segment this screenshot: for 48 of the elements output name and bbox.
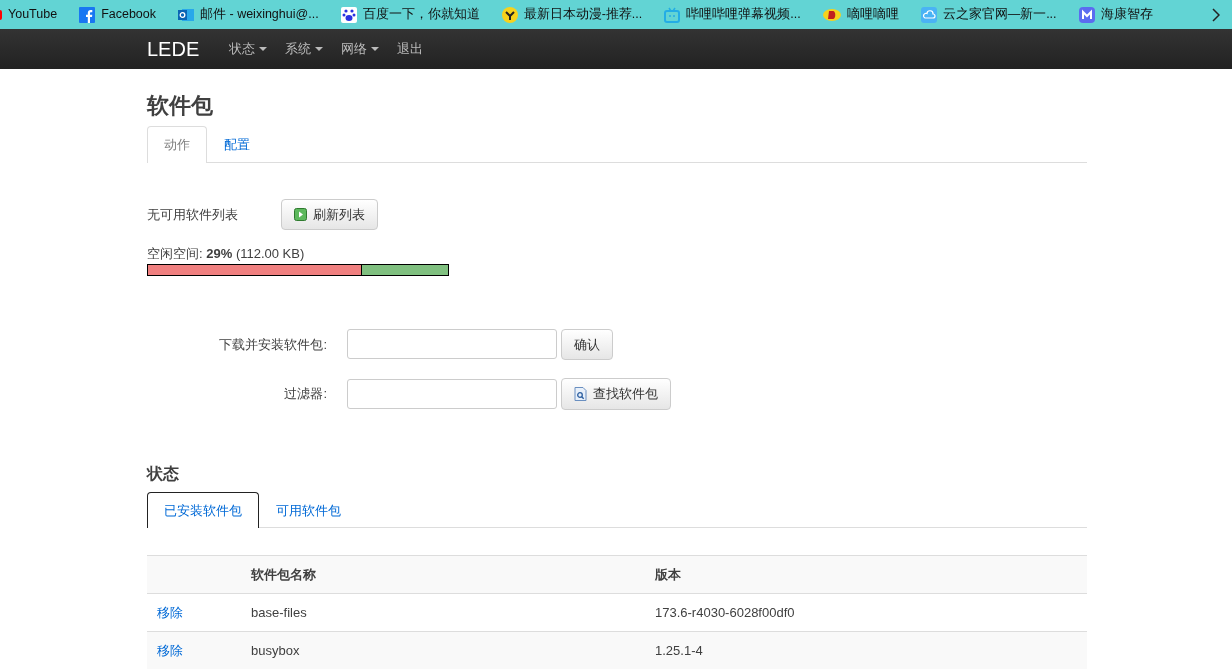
- field-label: 下载并安装软件包:: [218, 335, 327, 354]
- bookmark-link[interactable]: 云之家官网—新一...: [942, 5, 1057, 24]
- field-label: 过滤器:: [283, 385, 327, 403]
- remove-link[interactable]: 移除: [157, 604, 183, 620]
- table-cell: busybox: [241, 631, 645, 669]
- app-icon: [1078, 6, 1095, 23]
- list-status-text: 无可用软件列表: [147, 205, 239, 224]
- bookmark-link[interactable]: Facebook: [101, 5, 157, 24]
- caret-icon: [259, 47, 268, 51]
- tab[interactable]: 动作: [147, 126, 207, 163]
- tab[interactable]: 已安装软件包: [147, 491, 259, 528]
- nav-menu-item[interactable]: 网络: [341, 39, 380, 59]
- column-header: 软件包名称: [241, 555, 645, 594]
- facebook-icon: [79, 6, 96, 23]
- bookmark-link[interactable]: 百度一下，你就知道: [362, 5, 480, 24]
- confirm-button[interactable]: 确认: [561, 328, 613, 360]
- letter-d-icon: [822, 7, 841, 22]
- nav-menu-item[interactable]: 系统: [285, 39, 324, 59]
- caret-icon: [371, 47, 380, 51]
- paw-icon: [340, 6, 357, 23]
- column-header: 版本: [645, 555, 1087, 594]
- input-field[interactable]: [347, 329, 557, 360]
- bookmark-link[interactable]: 嘀哩嘀哩: [846, 5, 899, 24]
- caret-icon: [315, 47, 324, 51]
- refresh-list-button[interactable]: 刷新列表: [281, 198, 378, 230]
- tab[interactable]: 可用软件包: [259, 491, 358, 528]
- free-space-label: 空闲空间: 29% (112.00 KB): [147, 245, 306, 263]
- find-package-button[interactable]: 查找软件包: [561, 378, 671, 410]
- nav-menu-item[interactable]: 退出: [397, 39, 424, 59]
- brand-logo[interactable]: LEDE: [147, 34, 200, 64]
- section-title: 状态: [147, 463, 180, 484]
- table-cell: 1.25.1-4: [645, 631, 1087, 669]
- tv-icon: [664, 6, 681, 23]
- nav-menu-item[interactable]: 状态: [229, 39, 268, 59]
- bookmark-link[interactable]: 海康智存: [1100, 5, 1153, 24]
- cloud-icon: [920, 6, 937, 23]
- bookmark-link[interactable]: YouTube: [8, 5, 58, 24]
- chevron-right-icon[interactable]: [1212, 7, 1220, 22]
- remove-link[interactable]: 移除: [157, 642, 183, 658]
- mail-icon: [178, 6, 195, 23]
- search-icon: [574, 386, 587, 401]
- bookmark-link[interactable]: 哔哩哔哩弹幕视频...: [686, 5, 801, 24]
- page-title: 软件包: [147, 92, 214, 120]
- bookmark-link[interactable]: 最新日本动漫-推荐...: [523, 5, 643, 24]
- play-icon: [294, 207, 307, 221]
- input-field[interactable]: [347, 378, 557, 409]
- bookmark-link[interactable]: 邮件 - weixinghui@...: [200, 5, 319, 24]
- tab[interactable]: 配置: [207, 126, 267, 163]
